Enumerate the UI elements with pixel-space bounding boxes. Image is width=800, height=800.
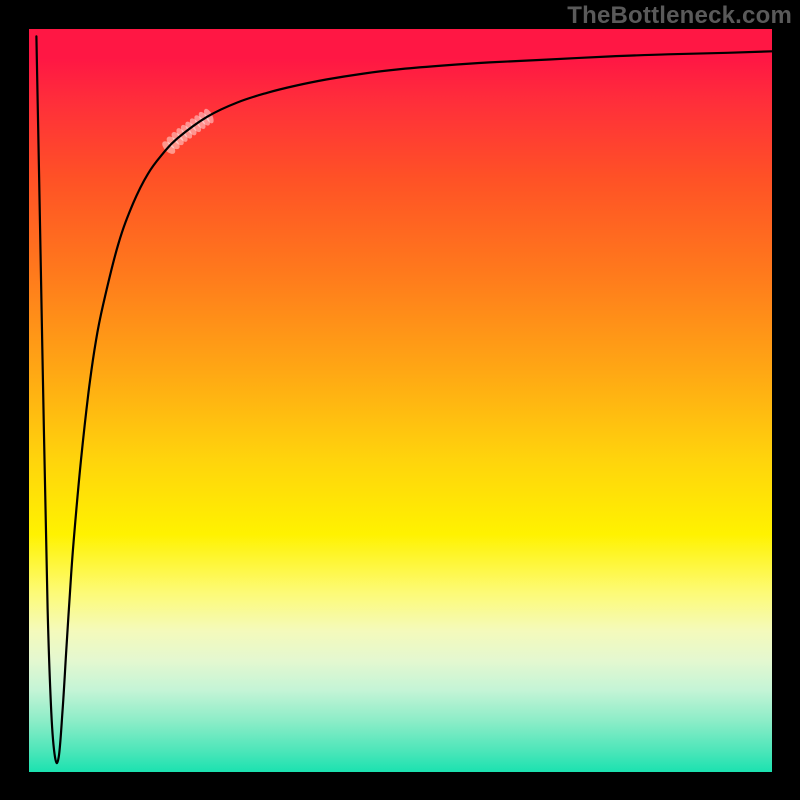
plot-area xyxy=(29,29,772,772)
chart-frame: TheBottleneck.com xyxy=(0,0,800,800)
curve-layer xyxy=(29,29,772,772)
watermark-text: TheBottleneck.com xyxy=(567,2,792,30)
bottleneck-curve xyxy=(36,36,772,763)
highlight-segment xyxy=(160,107,216,156)
